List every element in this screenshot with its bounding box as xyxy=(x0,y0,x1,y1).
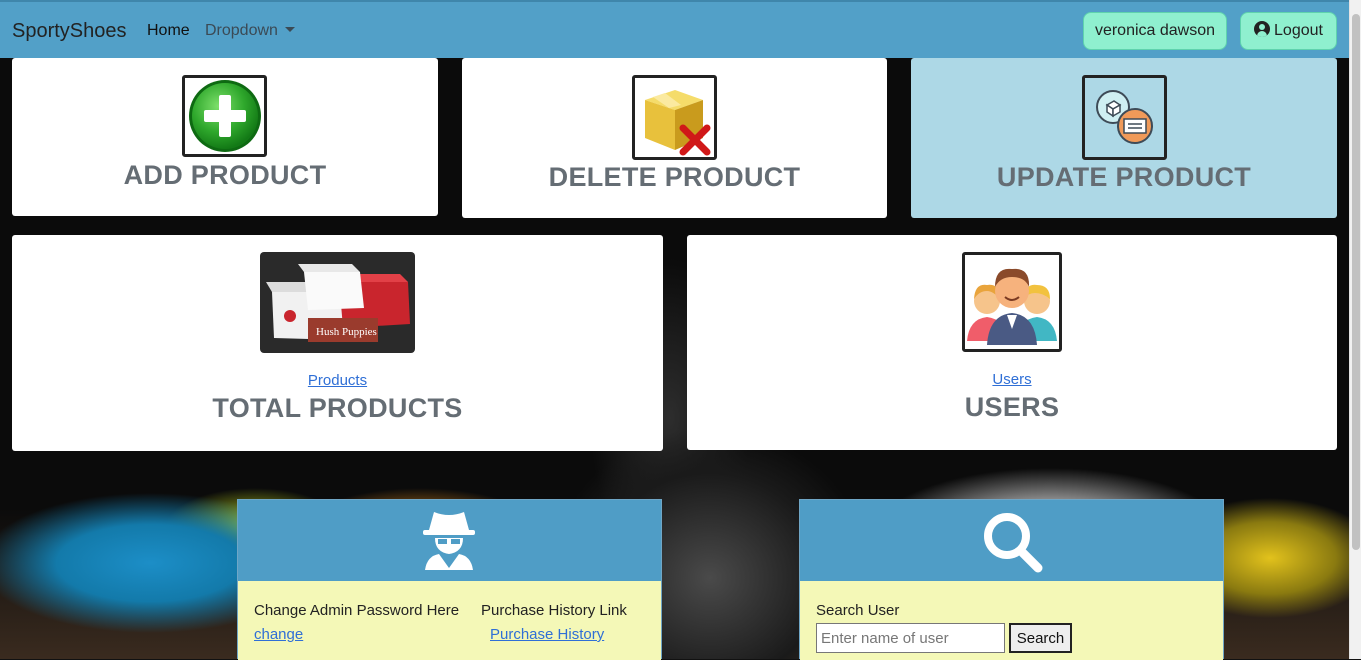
caret-down-icon xyxy=(284,27,295,32)
scrollbar-thumb[interactable] xyxy=(1352,14,1360,550)
brand-link[interactable]: SportyShoes xyxy=(12,20,127,43)
users-link[interactable]: Users xyxy=(687,371,1337,388)
nav-dropdown[interactable]: Dropdown xyxy=(205,22,295,40)
svg-text:Hush Puppies: Hush Puppies xyxy=(316,326,377,338)
search-panel: Search User Search xyxy=(799,499,1224,660)
purchase-history-label: Purchase History Link xyxy=(481,602,627,619)
admin-panel-body: Change Admin Password Here change Purcha… xyxy=(238,581,661,660)
users-title: USERS xyxy=(964,392,1060,422)
change-password-link[interactable]: change xyxy=(254,626,303,643)
search-user-label: Search User xyxy=(816,602,900,619)
search-icon xyxy=(984,513,1043,573)
nav-dropdown-label: Dropdown xyxy=(205,22,278,39)
purchase-history-link[interactable]: Purchase History xyxy=(490,626,604,643)
nav-home-link[interactable]: Home xyxy=(147,22,190,40)
delete-product-title: DELETE PRODUCT xyxy=(548,162,801,192)
admin-panel-header xyxy=(238,500,661,581)
update-icon xyxy=(1082,75,1167,160)
navbar: SportyShoes Home Dropdown veronica dawso… xyxy=(0,0,1349,58)
users-card: Users USERS xyxy=(687,235,1337,450)
change-password-label: Change Admin Password Here xyxy=(254,602,460,619)
search-panel-header xyxy=(800,500,1223,581)
total-products-title: TOTAL PRODUCTS xyxy=(212,393,463,423)
total-products-card: Hush Puppies Products TOTAL PRODUCTS xyxy=(12,235,663,451)
logout-label: Logout xyxy=(1274,22,1323,39)
shoe-boxes-image: Hush Puppies xyxy=(260,252,415,353)
search-user-input[interactable] xyxy=(816,623,1005,653)
update-product-title: UPDATE PRODUCT xyxy=(996,162,1252,192)
add-product-title: ADD PRODUCT xyxy=(123,160,327,190)
admin-panel: Change Admin Password Here change Purcha… xyxy=(237,499,662,660)
update-product-card[interactable]: UPDATE PRODUCT xyxy=(911,58,1337,218)
box-delete-icon xyxy=(632,75,717,160)
user-name-button[interactable]: veronica dawson xyxy=(1083,12,1227,50)
users-group-image xyxy=(962,252,1062,352)
add-product-card[interactable]: ADD PRODUCT xyxy=(12,58,438,216)
products-link[interactable]: Products xyxy=(12,372,663,389)
plus-icon xyxy=(182,75,267,157)
delete-product-card[interactable]: DELETE PRODUCT xyxy=(462,58,887,218)
spy-icon xyxy=(423,512,475,570)
search-panel-body: Search User Search xyxy=(800,581,1223,660)
search-button[interactable]: Search xyxy=(1009,623,1072,653)
page-scrollbar[interactable] xyxy=(1349,0,1361,659)
logout-button[interactable]: Logout xyxy=(1240,12,1337,50)
user-circle-icon xyxy=(1254,21,1271,37)
